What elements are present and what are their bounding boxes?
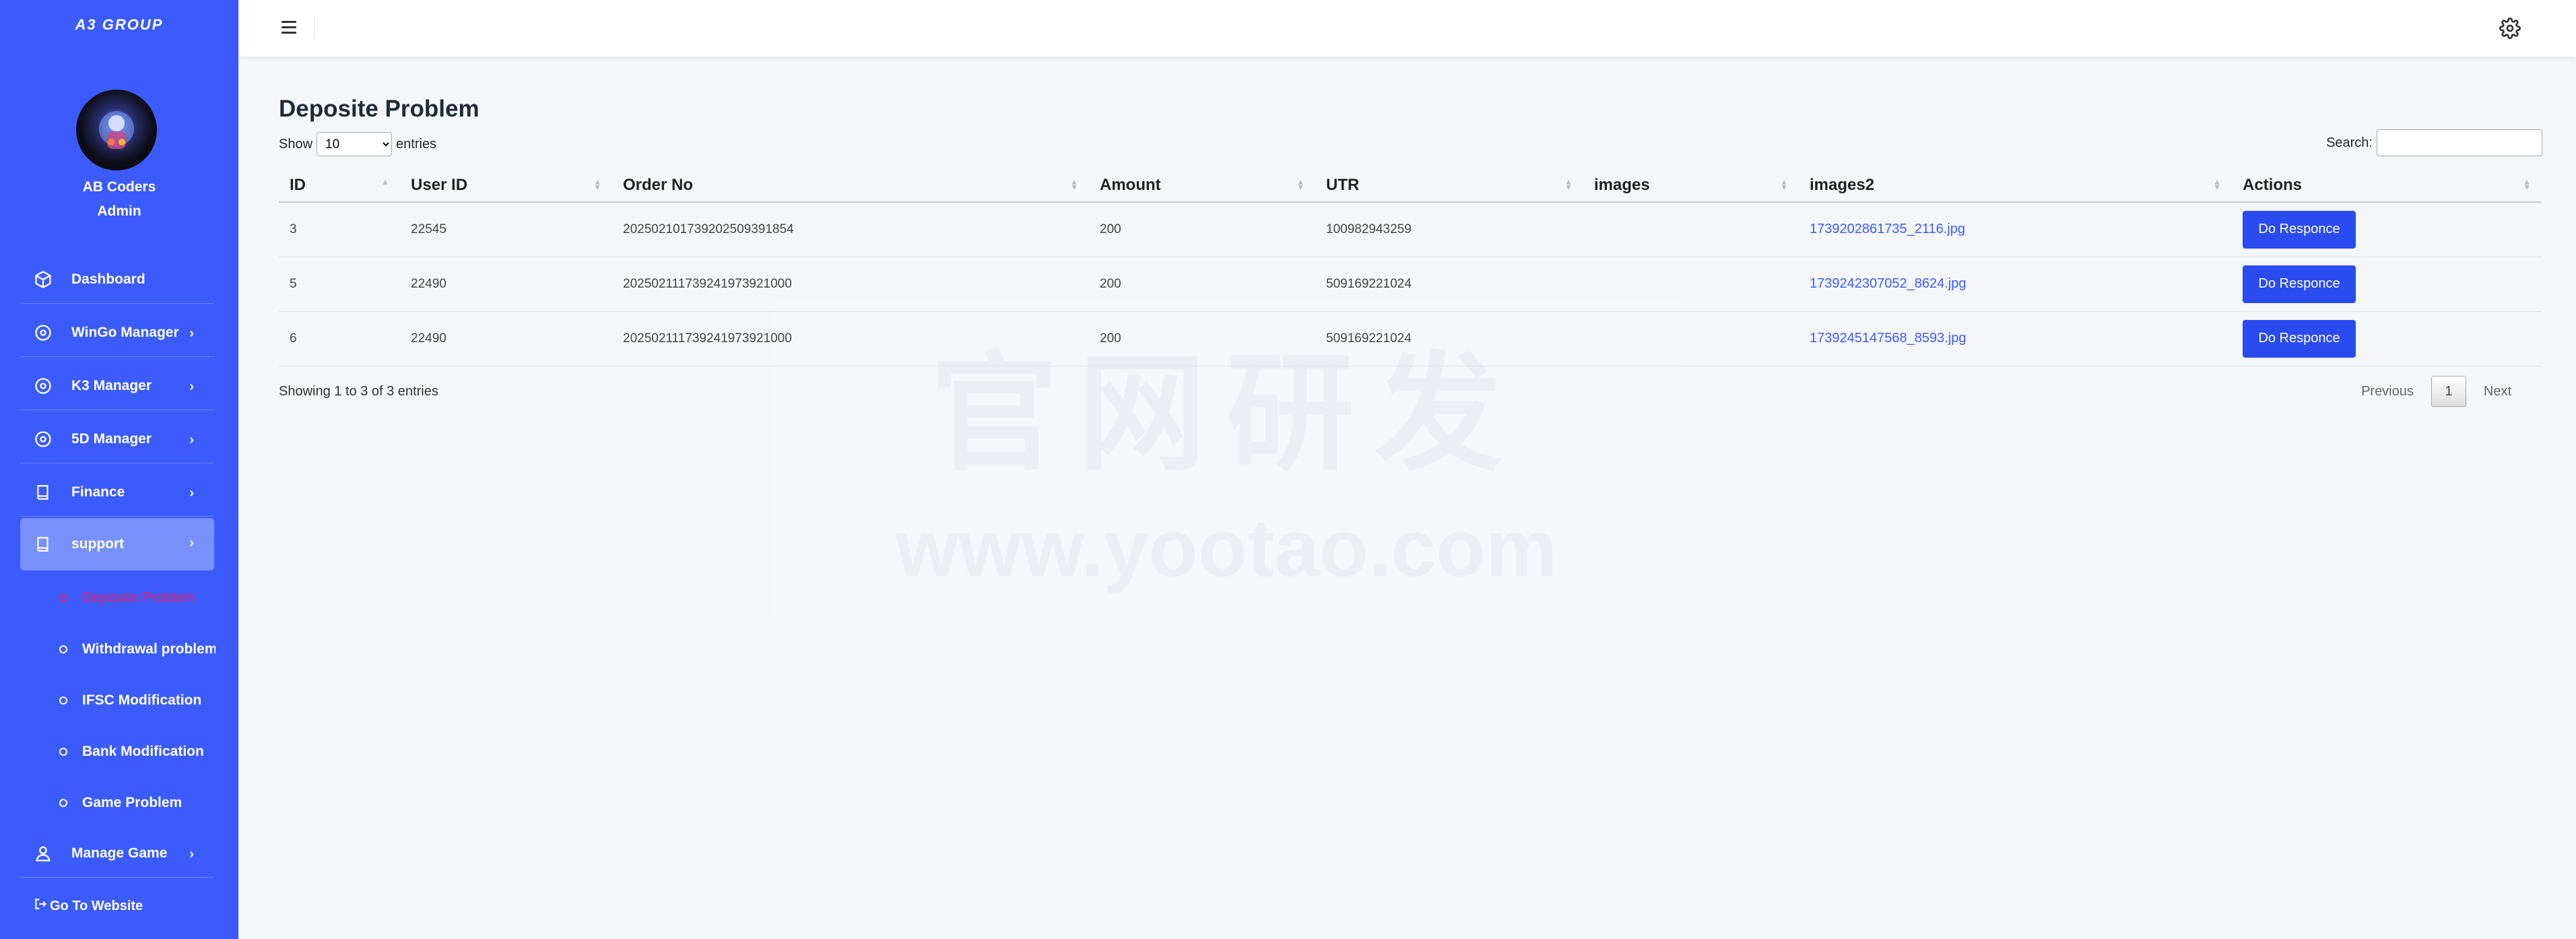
do-responce-button[interactable]: Do Responce [2243, 210, 2356, 249]
submenu-ifsc-modification[interactable]: IFSC Modification [59, 687, 201, 714]
cell-utr: 100982943259 [1315, 202, 1583, 257]
cell-id: 6 [279, 311, 400, 366]
submenu-label: Bank Modification [82, 744, 204, 759]
submenu-label: Withdrawal problem [82, 641, 216, 657]
column-header-actions[interactable]: Actions ▲ ▼ [2232, 168, 2542, 203]
column-header-order-no[interactable]: Order No ▲ ▼ [612, 168, 1089, 203]
support-submenu: Deposite Problem Withdrawal problem IFSC… [0, 0, 216, 939]
sort-icon: ▲ ▼ [2213, 177, 2221, 192]
image-link[interactable]: 1739242307052_8624.jpg [1810, 276, 1966, 291]
entries-label: entries [396, 136, 437, 152]
cell-images2: 1739202861735_2116.jpg [1799, 202, 2232, 257]
cell-user-id: 22490 [400, 311, 612, 366]
sort-icon: ▲ ▼ [1780, 177, 1788, 192]
entries-length: Show 10 entries [279, 132, 436, 156]
image-link[interactable]: 1739202861735_2116.jpg [1810, 222, 1965, 236]
page-1-button[interactable]: 1 [2431, 376, 2466, 407]
divider [314, 16, 315, 39]
submenu-label: IFSC Modification [82, 692, 202, 708]
cell-actions: Do Responce [2232, 202, 2542, 257]
watermark-line2: www.yootao.com [895, 503, 1558, 593]
submenu-label: Game Problem [82, 795, 183, 810]
cell-user-id: 22545 [400, 202, 612, 257]
submenu-game-problem[interactable]: Game Problem [59, 789, 182, 816]
cell-utr: 509169221024 [1315, 311, 1583, 366]
sidebar-item-manage-game[interactable]: Manage Game › [20, 829, 214, 878]
sign-out-icon [34, 897, 47, 915]
column-header-user-id[interactable]: User ID ▲ ▼ [400, 168, 612, 203]
cell-amount: 200 [1089, 311, 1315, 366]
cell-id: 5 [279, 257, 400, 312]
sort-icon: ▲ ▼ [1070, 177, 1078, 192]
submenu-deposite-problem[interactable]: Deposite Problem [59, 585, 195, 612]
column-header-amount[interactable]: Amount ▲ ▼ [1089, 168, 1315, 203]
cell-images2: 1739242307052_8624.jpg [1799, 257, 2232, 312]
cell-images [1583, 311, 1799, 366]
cell-order-no: 2025021117392419739​21000 [612, 257, 1089, 312]
submenu-withdrawal-problem[interactable]: Withdrawal problem [59, 636, 216, 663]
sort-icon: ▲ ▼ [1296, 177, 1304, 192]
column-header-images[interactable]: images ▲ ▼ [1583, 168, 1799, 203]
chevron-right-icon: › [189, 847, 194, 862]
cell-actions: Do Responce [2232, 257, 2542, 312]
circle-icon [59, 697, 67, 705]
search-label: Search: [2326, 135, 2373, 150]
search-input[interactable] [2377, 129, 2542, 156]
table-header-row: ID ▲ User ID ▲ ▼ Order No ▲ ▼ Amount ▲ ▼ UTR ▲ ▼ … [279, 168, 2542, 203]
submenu-bank-modification[interactable]: Bank Modification [59, 738, 204, 765]
column-header-utr[interactable]: UTR ▲ ▼ [1315, 168, 1583, 203]
cell-images2: 1739245147568_8593.jpg [1799, 311, 2232, 366]
pagination: Previous 1 Next [2344, 376, 2529, 407]
cell-images [1583, 202, 1799, 257]
next-button[interactable]: Next [2466, 384, 2529, 399]
table-row: 6 22490 2025021117392419739​21000 200 50… [279, 311, 2542, 366]
gear-icon[interactable] [2499, 18, 2521, 39]
cell-amount: 200 [1089, 202, 1315, 257]
previous-button[interactable]: Previous [2344, 384, 2431, 399]
cell-utr: 509169221024 [1315, 257, 1583, 312]
sort-asc-icon: ▲ [381, 177, 389, 187]
user-icon [32, 843, 54, 864]
go-to-website-label: Go To Website [50, 898, 143, 913]
search-box: Search: [2326, 129, 2542, 156]
do-responce-button[interactable]: Do Responce [2243, 319, 2356, 358]
circle-icon [59, 645, 67, 653]
column-header-images2[interactable]: images2 ▲ ▼ [1799, 168, 2232, 203]
circle-icon [59, 748, 67, 756]
show-label: Show [279, 136, 313, 152]
sidebar-item-label: Manage Game [71, 845, 168, 861]
do-responce-button[interactable]: Do Responce [2243, 265, 2356, 303]
sort-icon: ▲ ▼ [1564, 177, 1573, 192]
table-row: 5 22490 2025021117392419739​21000 200 50… [279, 257, 2542, 312]
table-info: Showing 1 to 3 of 3 entries [279, 384, 438, 399]
page-title: Deposite Problem [279, 96, 480, 122]
column-header-id[interactable]: ID ▲ [279, 168, 400, 203]
sort-icon: ▲ ▼ [593, 177, 601, 192]
menu-icon[interactable] [282, 21, 296, 34]
cell-id: 3 [279, 202, 400, 257]
table-row: 3 22545 20250210173920250939​1854 200 10… [279, 202, 2542, 257]
cell-images [1583, 257, 1799, 312]
cell-order-no: 20250210173920250939​1854 [612, 202, 1089, 257]
topbar [238, 0, 2576, 57]
cell-amount: 200 [1089, 257, 1315, 312]
cell-actions: Do Responce [2232, 311, 2542, 366]
cell-user-id: 22490 [400, 257, 612, 312]
cell-order-no: 2025021117392419739​21000 [612, 311, 1089, 366]
sidebar: A3 GROUP AB Coders Admin Dashboard WinGo… [0, 0, 238, 939]
image-link[interactable]: 1739245147568_8593.jpg [1810, 331, 1966, 346]
entries-select[interactable]: 10 [317, 132, 393, 156]
go-to-website-link[interactable]: Go To Website [34, 897, 143, 915]
sort-icon: ▲ ▼ [2523, 177, 2531, 192]
circle-icon [59, 799, 67, 807]
circle-icon [59, 594, 67, 602]
submenu-label: Deposite Problem [82, 590, 195, 606]
deposit-problem-table: ID ▲ User ID ▲ ▼ Order No ▲ ▼ Amount ▲ ▼ UTR ▲ ▼ … [279, 168, 2542, 366]
